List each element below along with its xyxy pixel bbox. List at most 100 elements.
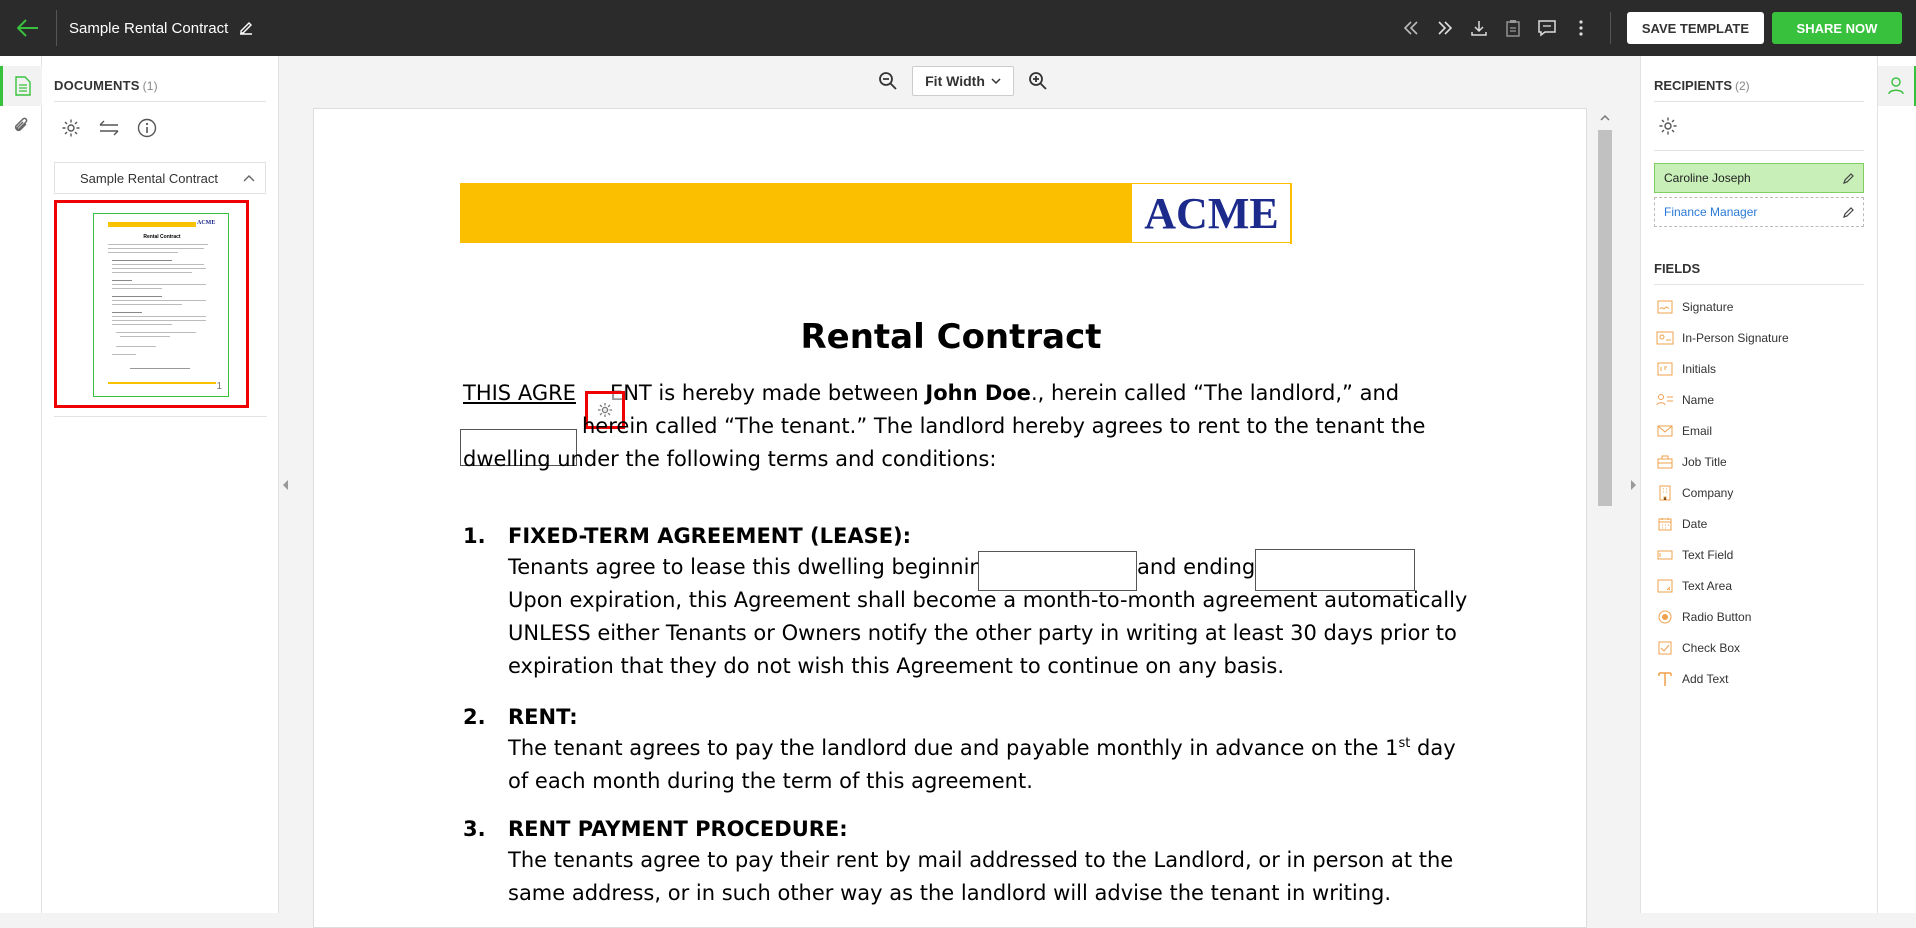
- lease-end-date-field[interactable]: [1255, 549, 1415, 591]
- field-label: In-Person Signature: [1682, 330, 1789, 345]
- document-page[interactable]: ACME Rental Contract THIS AGRE ENT is her…: [313, 108, 1587, 928]
- section-text: The tenants agree to pay their rent by m…: [508, 848, 1454, 872]
- intro-text: ENT is hereby made between: [609, 381, 926, 405]
- thumbnail-text-line: [108, 244, 208, 245]
- field-palette: Signature In-Person Signature Initials N…: [1641, 291, 1877, 694]
- settings-icon[interactable]: [59, 116, 83, 140]
- field-label: Job Title: [1682, 454, 1727, 469]
- thumbnail-logo: ACME: [197, 220, 216, 226]
- field-email[interactable]: Email: [1641, 415, 1877, 446]
- comment-icon[interactable]: [1531, 12, 1563, 44]
- back-button[interactable]: [0, 0, 56, 56]
- document-list-item[interactable]: Sample Rental Contract: [54, 162, 266, 194]
- thumbnail-text-line: [112, 296, 162, 297]
- section-text-part: The tenant agrees to pay the landlord du…: [508, 736, 1399, 760]
- scroll-up-icon[interactable]: [1600, 114, 1610, 121]
- right-panel-collapse-handle[interactable]: [1626, 56, 1640, 913]
- first-page-icon[interactable]: [1395, 12, 1427, 44]
- download-icon[interactable]: [1463, 12, 1495, 44]
- section-text: of each month during the term of this ag…: [508, 769, 1033, 793]
- field-label: Text Field: [1682, 547, 1734, 562]
- field-company[interactable]: Company: [1641, 477, 1877, 508]
- chevron-down-icon: [991, 77, 1001, 84]
- divider: [1609, 12, 1611, 44]
- document-heading: Rental Contract: [800, 317, 1102, 357]
- in-person-signature-icon: [1656, 330, 1674, 346]
- selected-page-highlight: ACME Rental Contract 1: [54, 200, 249, 408]
- divider: [1654, 284, 1864, 285]
- ordinal-suffix: st: [1398, 736, 1411, 751]
- intro-text: ., herein called “The landlord,” and: [1030, 381, 1400, 405]
- zoom-level-select[interactable]: Fit Width: [912, 66, 1014, 96]
- thumbnail-text-line: [112, 260, 172, 261]
- section-text: expiration that they do not wish this Ag…: [508, 654, 1285, 678]
- edit-title-icon[interactable]: [238, 20, 254, 36]
- chevron-up-icon[interactable]: [243, 174, 255, 182]
- thumbnail-text-line: [112, 268, 206, 269]
- thumbnail-text-line: [112, 264, 204, 265]
- left-panel-collapse-handle[interactable]: [279, 56, 293, 913]
- field-label: Add Text: [1682, 671, 1729, 686]
- recipient-item[interactable]: Finance Manager: [1654, 197, 1864, 227]
- section-title: RENT:: [508, 705, 578, 729]
- rail-documents-tab[interactable]: [0, 66, 42, 106]
- zoom-in-icon[interactable]: [1024, 67, 1052, 95]
- lease-start-date-field[interactable]: [978, 551, 1137, 591]
- documents-toolbar: [42, 102, 278, 156]
- more-menu-icon[interactable]: [1565, 12, 1597, 44]
- share-now-button[interactable]: SHARE NOW: [1772, 12, 1902, 44]
- logo-border: [1290, 184, 1292, 244]
- thumbnail-text-line: [112, 320, 206, 321]
- company-icon: [1656, 485, 1674, 501]
- thumbnail-text-line: [112, 324, 172, 325]
- field-add-text[interactable]: Add Text: [1641, 663, 1877, 694]
- edit-pen-icon[interactable]: [1842, 172, 1855, 185]
- field-job-title[interactable]: Job Title: [1641, 446, 1877, 477]
- user-icon: [1888, 77, 1904, 95]
- recipients-panel: RECIPIENTS (2) Caroline Joseph Finance Ma…: [1640, 56, 1877, 913]
- arrow-left-icon: [17, 19, 38, 37]
- thumbnail-text-line: [112, 280, 132, 281]
- paperclip-icon: [14, 117, 28, 132]
- documents-panel: DOCUMENTS (1) Sample Rental Contract ACME…: [42, 56, 279, 913]
- field-text-area[interactable]: Text Area: [1641, 570, 1877, 601]
- recipient-settings-icon[interactable]: [1641, 102, 1877, 150]
- intro-line-3: dwelling under the following terms and c…: [463, 447, 997, 471]
- field-in-person-signature[interactable]: In-Person Signature: [1641, 322, 1877, 353]
- text-area-icon: [1656, 578, 1674, 594]
- field-label: Name: [1682, 392, 1715, 407]
- right-rail: [1877, 56, 1916, 913]
- section-number: 2.: [463, 705, 486, 729]
- document-scrollbar[interactable]: [1596, 108, 1614, 913]
- rail-recipients-tab[interactable]: [1878, 66, 1916, 106]
- field-sync-icon[interactable]: [97, 116, 121, 140]
- thumbnail-text-line: [112, 316, 206, 317]
- save-template-button[interactable]: SAVE TEMPLATE: [1626, 12, 1764, 44]
- zoom-toolbar: Fit Width: [293, 66, 1633, 96]
- section-text: same address, or in such other way as th…: [508, 881, 1392, 905]
- field-text-field[interactable]: Text Field: [1641, 539, 1877, 570]
- scrollbar-thumb[interactable]: [1598, 130, 1612, 506]
- clipboard-icon[interactable]: [1497, 12, 1529, 44]
- field-check-box[interactable]: Check Box: [1641, 632, 1877, 663]
- document-viewer: Fit Width ACME Rental Contract THIS AGRE…: [293, 56, 1633, 928]
- section-text-part: day: [1410, 736, 1456, 760]
- recipient-item[interactable]: Caroline Joseph: [1654, 163, 1864, 193]
- field-radio-button[interactable]: Radio Button: [1641, 601, 1877, 632]
- thumbnail-text-line: [116, 346, 156, 347]
- field-date[interactable]: Date: [1641, 508, 1877, 539]
- edit-pen-icon[interactable]: [1842, 206, 1855, 219]
- last-page-icon[interactable]: [1429, 12, 1461, 44]
- zoom-out-icon[interactable]: [874, 67, 902, 95]
- page-thumbnail[interactable]: ACME Rental Contract 1: [93, 213, 229, 397]
- field-signature[interactable]: Signature: [1641, 291, 1877, 322]
- field-name[interactable]: Name: [1641, 384, 1877, 415]
- rail-attachments-tab[interactable]: [0, 106, 42, 146]
- top-bar: Sample Rental Contract SAVE TEMPLATE SHA…: [0, 0, 1916, 56]
- documents-heading-label: DOCUMENTS: [54, 78, 140, 93]
- field-label: Signature: [1682, 299, 1734, 314]
- thumbnail-text-line: [112, 300, 206, 301]
- field-initials[interactable]: Initials: [1641, 353, 1877, 384]
- info-icon[interactable]: [135, 116, 159, 140]
- thumbnail-text-line: [108, 248, 204, 249]
